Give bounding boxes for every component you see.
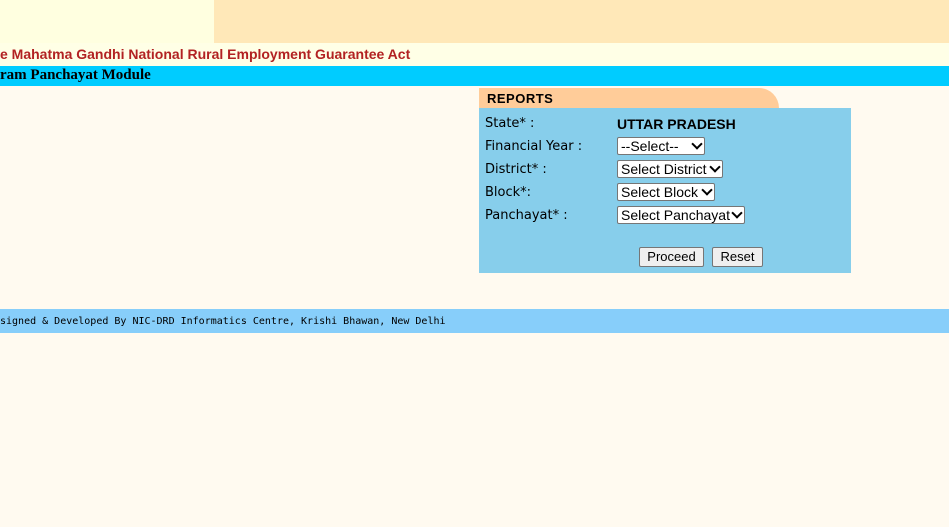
module-title: ram Panchayat Module bbox=[0, 67, 151, 83]
chevron-down-icon bbox=[731, 207, 743, 219]
chevron-down-icon bbox=[701, 184, 713, 196]
state-label: State* : bbox=[485, 116, 535, 131]
district-label: District* : bbox=[485, 162, 547, 177]
district-select[interactable]: Select District bbox=[617, 160, 723, 178]
block-select-value: Select Block bbox=[621, 184, 699, 200]
reset-button[interactable]: Reset bbox=[712, 247, 763, 267]
reports-tab-label: REPORTS bbox=[487, 91, 554, 106]
footer-credit: signed & Developed By NIC-DRD Informatic… bbox=[0, 316, 446, 327]
act-title: e Mahatma Gandhi National Rural Employme… bbox=[0, 46, 411, 62]
panchayat-select-value: Select Panchayat bbox=[621, 207, 730, 223]
top-banner-right-panel bbox=[214, 0, 949, 43]
proceed-button[interactable]: Proceed bbox=[639, 247, 704, 267]
financial-year-select[interactable]: --Select-- bbox=[617, 137, 705, 155]
chevron-down-icon bbox=[691, 138, 703, 150]
panchayat-label: Panchayat* : bbox=[485, 208, 568, 223]
financial-year-select-value: --Select-- bbox=[621, 138, 679, 154]
district-select-value: Select District bbox=[621, 161, 707, 177]
panchayat-select[interactable]: Select Panchayat bbox=[617, 206, 745, 224]
block-select[interactable]: Select Block bbox=[617, 183, 715, 201]
state-value: UTTAR PRADESH bbox=[617, 116, 736, 132]
block-label: Block*: bbox=[485, 185, 532, 200]
chevron-down-icon bbox=[709, 161, 721, 173]
financial-year-label: Financial Year : bbox=[485, 139, 583, 154]
